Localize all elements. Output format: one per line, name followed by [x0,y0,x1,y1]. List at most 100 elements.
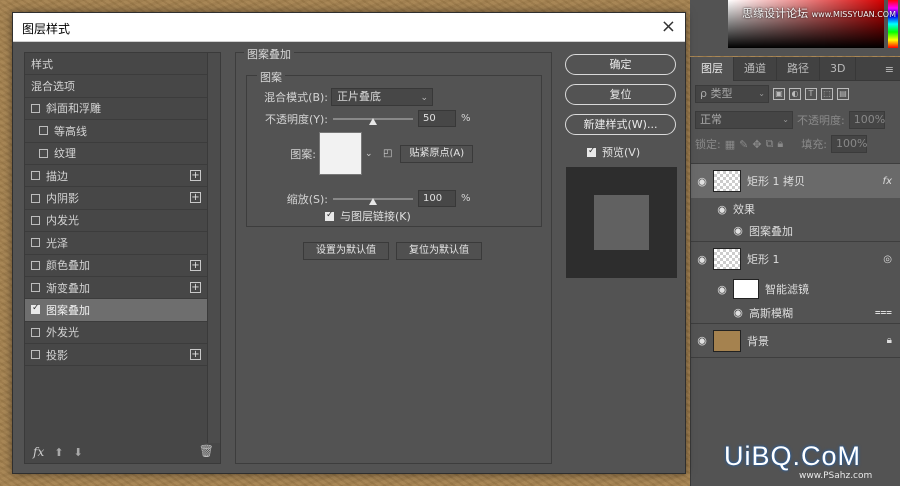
smart-filter-row[interactable]: ◉ 智能滤镜 [691,276,900,302]
opacity-slider-handle[interactable] [369,117,377,125]
style-checkbox[interactable] [31,103,40,113]
preview-checkbox-line[interactable]: 预览(V) [587,144,640,160]
close-icon[interactable]: × [661,16,676,37]
style-item[interactable]: 混合选项 [25,75,207,98]
layer-blend-select[interactable]: 正常 ⌄ [695,111,793,129]
layer-filter-select[interactable]: ρ 类型 ⌄ [695,85,769,103]
link-checkbox[interactable] [325,210,334,221]
scale-slider[interactable] [333,197,413,205]
new-preset-icon[interactable]: ◰ [383,148,392,159]
add-effect-icon[interactable]: + [190,192,201,204]
move-up-icon[interactable]: ⬆ [54,446,63,459]
lock-label: 锁定: [695,138,721,151]
eye-icon[interactable]: ◉ [691,334,713,347]
layer-row[interactable]: ◉ 背景 🔒︎ [691,324,900,358]
style-checkbox[interactable] [31,260,40,270]
layer-row[interactable]: ◉ 矩形 1 ◎ [691,242,900,276]
adjustment-filter-icon[interactable]: ◐ [789,88,801,100]
style-item[interactable]: 等高线 [25,120,207,143]
color-picker-panel: 思缘设计论坛 www.MISSYUAN.COM [690,0,900,56]
eye-icon[interactable]: ◉ [711,203,733,216]
link-checkbox-line[interactable]: 与图层链接(K) [325,208,411,224]
lock-transparent-icon[interactable]: ▦ [725,138,735,151]
opacity-slider[interactable] [333,117,413,125]
add-effect-icon[interactable]: + [190,281,201,293]
reset-button[interactable]: 复位 [565,84,676,105]
lock-move-icon[interactable]: ✥ [752,138,761,151]
ok-button[interactable]: 确定 [565,54,676,75]
style-item[interactable]: 光泽 [25,232,207,255]
eye-icon[interactable]: ◉ [727,224,749,237]
filter-options-icon[interactable]: ⩶ [875,307,892,318]
layer-effects-row[interactable]: ◉ 效果 [691,198,900,220]
style-checkbox[interactable] [31,193,40,203]
opacity-input[interactable]: 50 [418,110,456,127]
preview-checkbox[interactable] [587,146,596,157]
pattern-swatch[interactable] [319,132,362,175]
style-checkbox[interactable] [31,238,40,248]
lock-all-icon[interactable]: 🔒︎ [777,137,783,151]
style-item[interactable]: 样式 [25,53,207,76]
dialog-titlebar[interactable]: 图层样式 × [13,13,685,42]
layer-filter-row: ρ 类型 ⌄ ▣ ◐ T ⬚ ▤ [691,81,900,107]
style-item[interactable]: 描边 + [25,165,207,188]
style-checkbox[interactable] [31,350,40,360]
trash-icon[interactable]: 🗑︎ [199,444,214,458]
dialog-title: 图层样式 [22,22,71,36]
eye-icon[interactable]: ◉ [711,283,733,296]
layer-name: 背景 [747,334,769,348]
panel-menu-icon[interactable]: ≡ [885,63,894,76]
style-item[interactable]: 颜色叠加 + [25,255,207,277]
layer-row[interactable]: ◉ 矩形 1 拷贝 fx [691,164,900,198]
fx-icon[interactable]: fx [33,445,44,459]
move-down-icon[interactable]: ⬇ [73,446,82,459]
pixel-filter-icon[interactable]: ▣ [773,88,785,100]
fx-icon[interactable]: fx [883,176,892,187]
snap-origin-button[interactable]: 贴紧原点(A) [400,144,474,163]
style-item[interactable]: 投影 + [25,344,207,367]
filter-row[interactable]: ◉ 高斯模糊 ⩶ [691,302,900,324]
layer-opacity-input[interactable]: 100% [848,111,885,129]
smart-object-filter-icon[interactable]: ▤ [837,88,849,100]
style-item[interactable]: 渐变叠加 + [25,277,207,300]
style-checkbox[interactable] [39,148,48,158]
style-item[interactable]: 纹理 [25,143,207,165]
scale-input[interactable]: 100 [418,190,456,207]
add-effect-icon[interactable]: + [190,349,201,361]
scale-slider-handle[interactable] [369,197,377,205]
add-effect-icon[interactable]: + [190,259,201,271]
tab-channels[interactable]: 通道 [734,56,777,81]
chevron-down-icon[interactable]: ⌄ [365,149,373,159]
layer-fill-input[interactable]: 100% [831,135,867,153]
style-checkbox[interactable] [31,215,40,225]
eye-icon[interactable]: ◉ [691,175,713,188]
lock-brush-icon[interactable]: ✎ [739,138,748,151]
shape-filter-icon[interactable]: ⬚ [821,88,833,100]
eye-icon[interactable]: ◉ [727,306,749,319]
style-checkbox[interactable] [31,327,40,337]
blend-mode-select[interactable]: 正片叠底 ⌄ [331,88,433,106]
style-item[interactable]: 斜面和浮雕 [25,98,207,121]
set-default-button[interactable]: 设置为默认值 [303,242,389,260]
lock-artboard-icon[interactable]: ⧉ [766,137,774,151]
style-checkbox[interactable] [31,283,40,293]
style-item[interactable]: 外发光 [25,322,207,345]
section-title: 图案叠加 [244,46,294,62]
eye-icon[interactable]: ◉ [691,253,713,266]
style-checkbox[interactable] [39,126,48,136]
add-effect-icon[interactable]: + [190,169,201,181]
style-item[interactable]: 内阴影 + [25,187,207,210]
tab-layers[interactable]: 图层 [691,56,734,81]
style-checkbox[interactable] [31,171,40,181]
layer-effect-row[interactable]: ◉ 图案叠加 [691,220,900,242]
type-filter-icon[interactable]: T [805,88,817,100]
style-item[interactable]: 内发光 [25,210,207,233]
style-item[interactable]: 图案叠加 [25,299,207,322]
style-item-label: 渐变叠加 [46,281,90,295]
tab-3d[interactable]: 3D [820,56,857,81]
style-checkbox[interactable] [31,303,40,315]
new-style-button[interactable]: 新建样式(W)... [565,114,676,135]
tab-paths[interactable]: 路径 [777,56,820,81]
style-list-scrollbar[interactable] [207,53,220,443]
reset-default-button[interactable]: 复位为默认值 [396,242,482,260]
